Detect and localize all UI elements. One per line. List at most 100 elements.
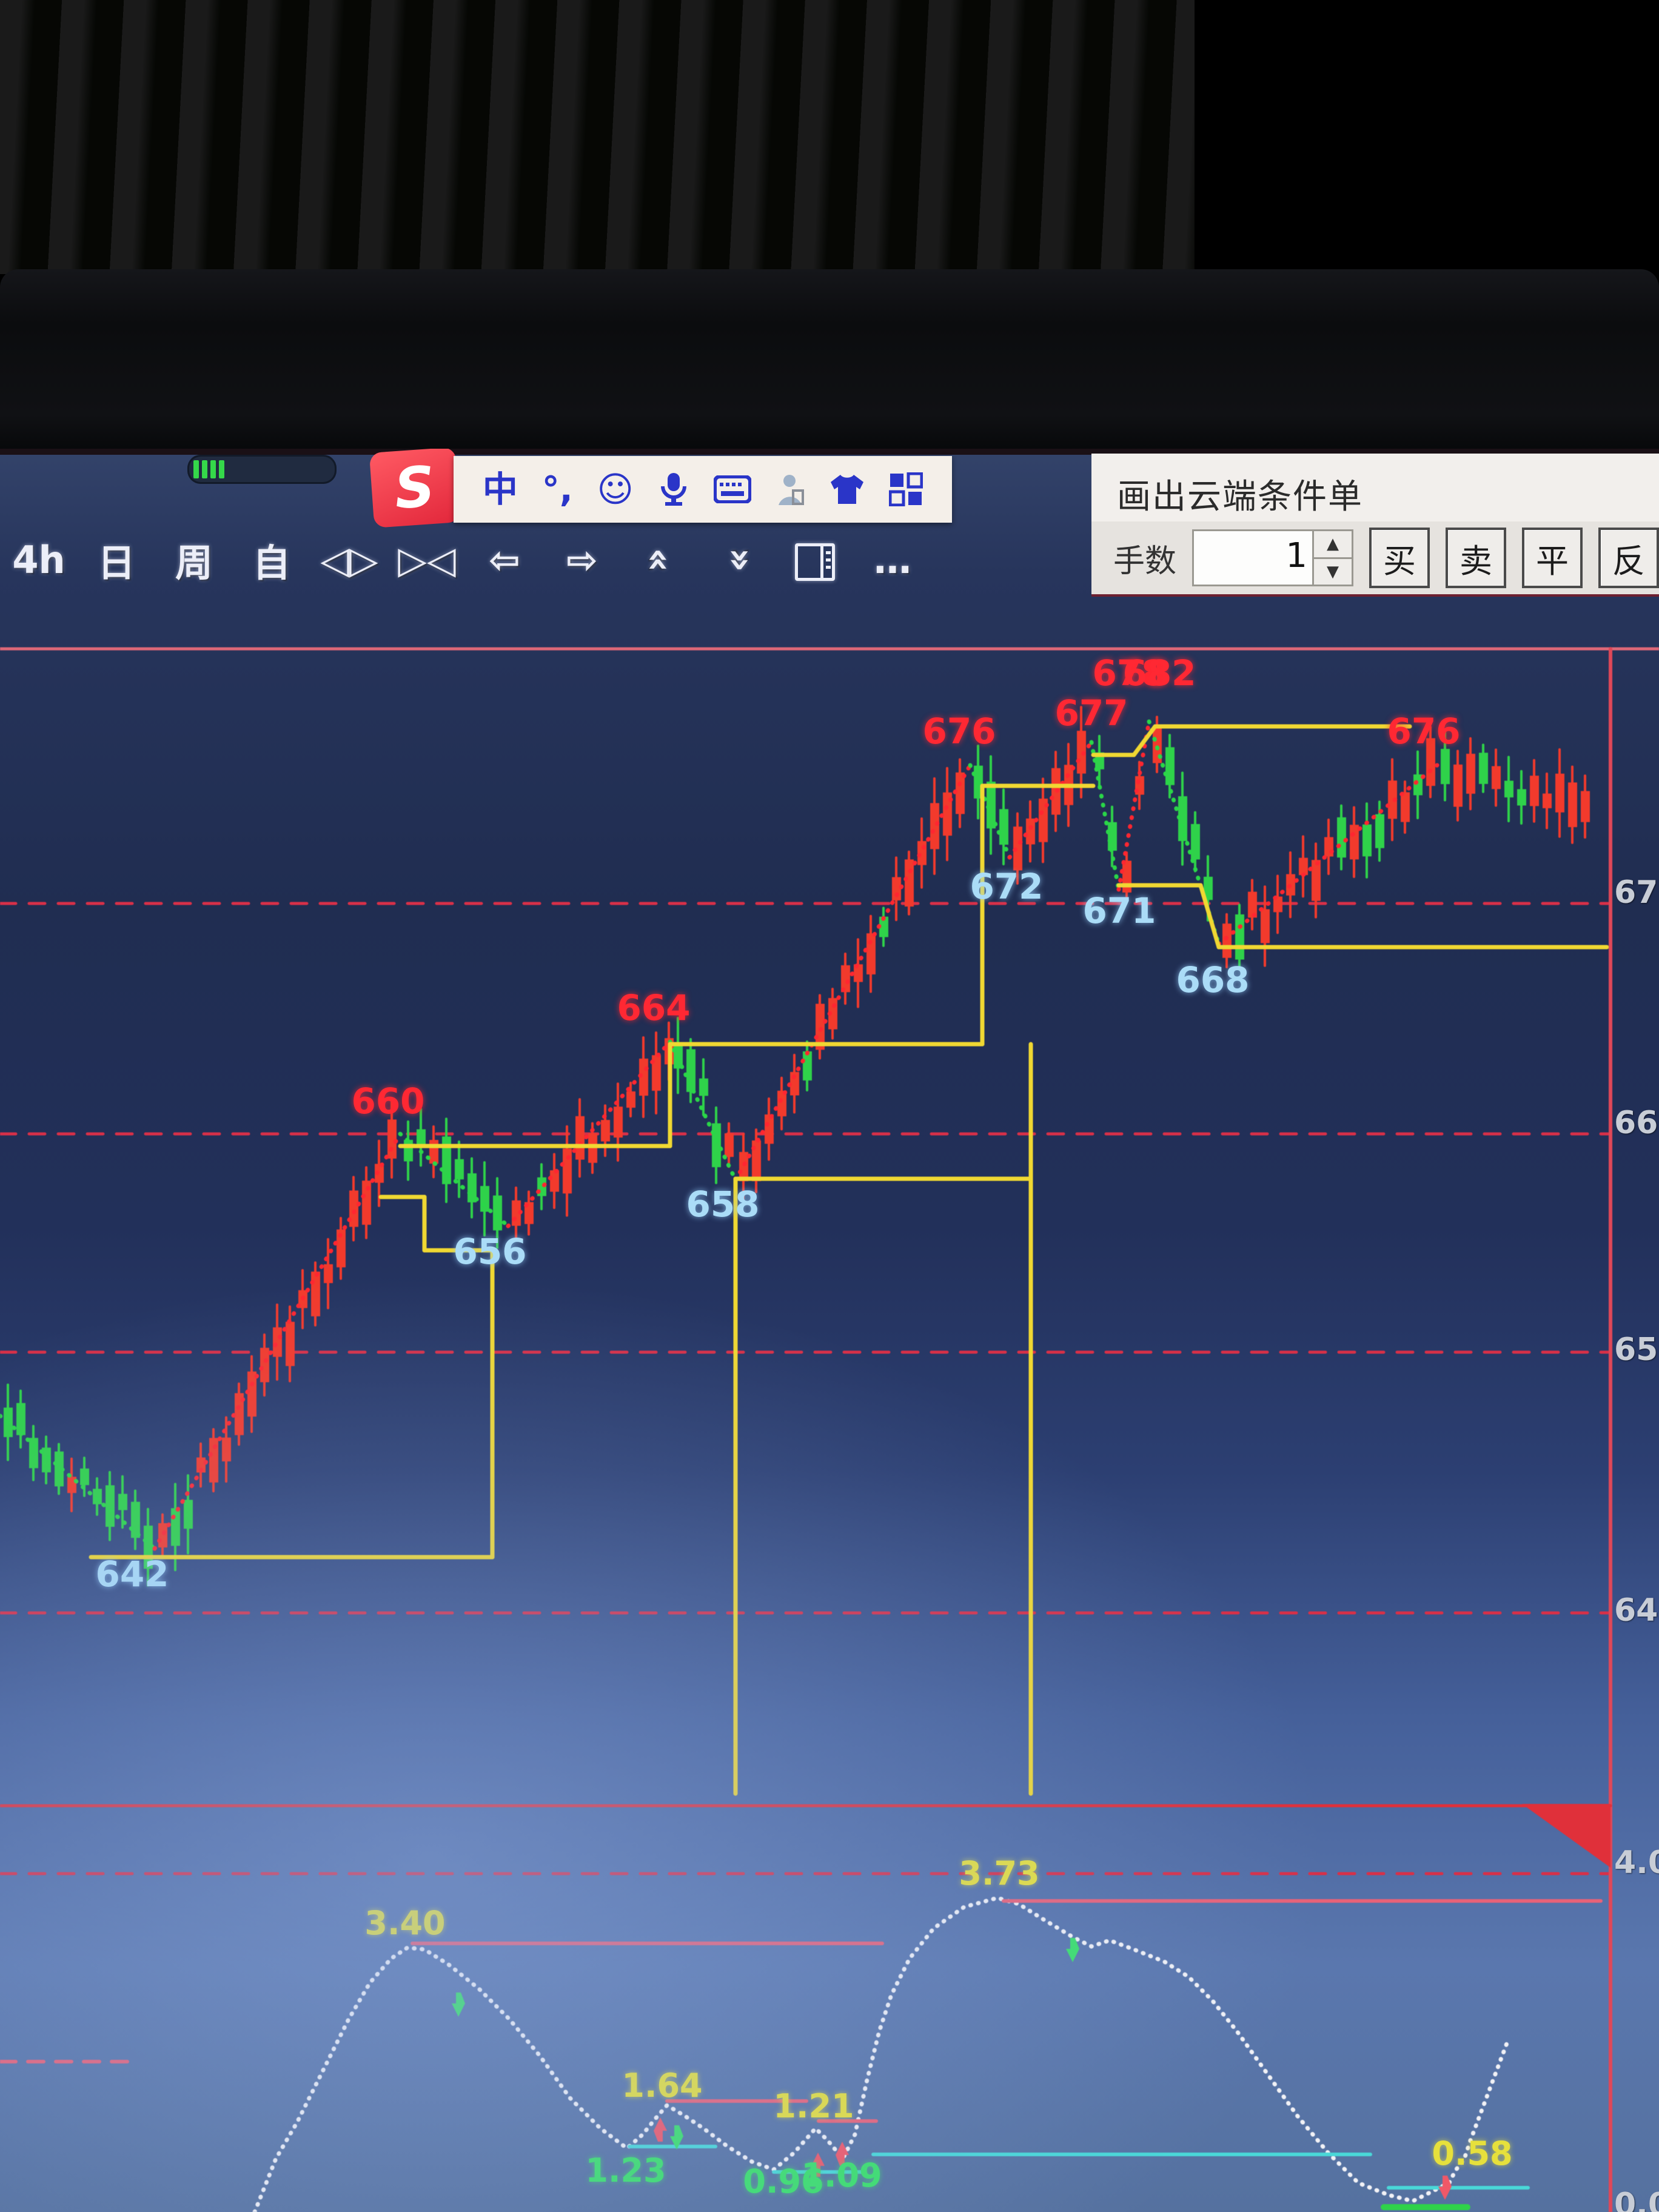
- candle-body: [286, 1322, 295, 1366]
- zigzag-price-label: 677: [1054, 692, 1128, 734]
- candle-body: [550, 1170, 559, 1191]
- candle-body: [324, 1264, 333, 1283]
- candle-body: [1401, 793, 1410, 822]
- laptop-bezel: [0, 269, 1659, 451]
- candle-body: [1165, 747, 1175, 785]
- candle-body: [1375, 814, 1384, 848]
- candle-body: [311, 1272, 320, 1316]
- candle-body: [1350, 825, 1359, 859]
- candle-body: [1026, 819, 1035, 845]
- candle-body: [1479, 752, 1488, 783]
- zigzag-up-line: [1119, 722, 1149, 890]
- candle-body: [480, 1186, 489, 1212]
- candle-body: [493, 1196, 502, 1231]
- candle-body: [1222, 923, 1232, 958]
- indicator-value-label: 1.21: [773, 2087, 854, 2125]
- zigzag-price-label: 682: [1122, 652, 1196, 694]
- candle-body: [725, 1133, 734, 1157]
- candle-body: [626, 1091, 635, 1108]
- candle-body: [455, 1159, 464, 1179]
- candle-body: [80, 1469, 89, 1485]
- zigzag-price-label: 660: [351, 1081, 424, 1122]
- candle-body: [712, 1124, 721, 1167]
- curtain-background: [0, 0, 1659, 274]
- candle-body: [601, 1120, 610, 1141]
- candle-body: [1235, 914, 1244, 960]
- candle-body: [1555, 774, 1564, 813]
- candle-body: [1191, 824, 1200, 859]
- candle-body: [158, 1523, 167, 1547]
- zigzag-price-label: 668: [1176, 959, 1249, 1000]
- candle-body: [1122, 860, 1131, 892]
- price-axis-label: 660: [1614, 1105, 1659, 1141]
- candle-body: [563, 1148, 572, 1193]
- candle-body: [29, 1438, 38, 1468]
- candle-body: [1441, 749, 1450, 784]
- candle-body: [417, 1129, 426, 1145]
- candle-body: [575, 1116, 585, 1160]
- indicator-value-label: 1.64: [622, 2066, 702, 2105]
- candle-body: [905, 859, 914, 907]
- candle-body: [1362, 825, 1372, 857]
- candle-body: [1530, 776, 1539, 806]
- curtain-folds: [0, 0, 1195, 274]
- candle-body: [1108, 822, 1117, 851]
- candle-body: [16, 1403, 25, 1435]
- zigzag-price-label: 664: [617, 987, 690, 1028]
- price-axis-label: 670: [1614, 874, 1659, 911]
- candle-body: [1568, 782, 1577, 827]
- indicator-value-label: 1.09: [801, 2156, 882, 2194]
- stop-step-line: [1134, 726, 1155, 755]
- candle-body: [260, 1348, 269, 1382]
- zigzag-price-label: 656: [453, 1231, 526, 1272]
- candle-body: [387, 1119, 397, 1159]
- zigzag-price-label: 658: [686, 1184, 759, 1225]
- candle-body: [209, 1438, 218, 1482]
- candle-body: [1543, 794, 1552, 808]
- candle-body: [930, 803, 939, 849]
- indicator-value-label: 3.40: [364, 1904, 445, 1942]
- arrow-down-red-marker: [1438, 2176, 1452, 2200]
- candle-body: [1312, 860, 1321, 901]
- candle-body: [1581, 791, 1590, 822]
- candle-body: [171, 1508, 180, 1546]
- separator-corner-triangle: [1522, 1804, 1610, 1868]
- zigzag-price-label: 676: [922, 711, 996, 752]
- candle-body: [699, 1079, 708, 1096]
- candle-body: [273, 1327, 282, 1357]
- candle-body: [1466, 754, 1475, 794]
- candle-body: [765, 1114, 774, 1144]
- zigzag-down-line: [0, 1416, 155, 1549]
- candle-body: [1337, 817, 1346, 857]
- candle-body: [184, 1500, 193, 1529]
- arrow-up-red-marker: [654, 2117, 667, 2142]
- indicator-value-label: 3.73: [959, 1854, 1039, 1892]
- indicator-axis-label: 4.00: [1614, 1845, 1659, 1881]
- candle-body: [1261, 909, 1270, 943]
- candle-body: [803, 1051, 812, 1081]
- candle-body: [93, 1489, 102, 1504]
- photo-of-laptop-trading-screen: { "ime_toolbar": { "logo": "S", "items":…: [0, 0, 1659, 2212]
- candle-body: [118, 1494, 127, 1510]
- candle-body: [614, 1107, 623, 1138]
- candle-body: [429, 1140, 438, 1164]
- candle-body: [956, 773, 965, 814]
- indicator-value-label: 0.58: [1432, 2134, 1512, 2173]
- candle-body: [222, 1438, 231, 1461]
- indicator-value-label: 1.23: [585, 2151, 666, 2190]
- zigzag-price-label: 676: [1387, 711, 1460, 752]
- candle-body: [1453, 765, 1463, 807]
- candle-body: [1504, 781, 1513, 798]
- candle-body: [106, 1486, 115, 1527]
- candle-body: [1492, 766, 1501, 789]
- candle-body: [686, 1049, 695, 1091]
- zigzag-price-label: 642: [95, 1553, 169, 1595]
- candle-body: [247, 1372, 256, 1416]
- zigzag-price-label: 672: [970, 866, 1043, 907]
- price-axis-label: 650: [1614, 1332, 1659, 1368]
- price-axis-label: 640: [1614, 1592, 1659, 1629]
- candle-body: [1517, 789, 1526, 805]
- indicator-axis-label: 0.00: [1614, 2187, 1659, 2212]
- arrow-down-green-marker: [452, 1992, 465, 2017]
- zigzag-price-label: 671: [1082, 890, 1156, 931]
